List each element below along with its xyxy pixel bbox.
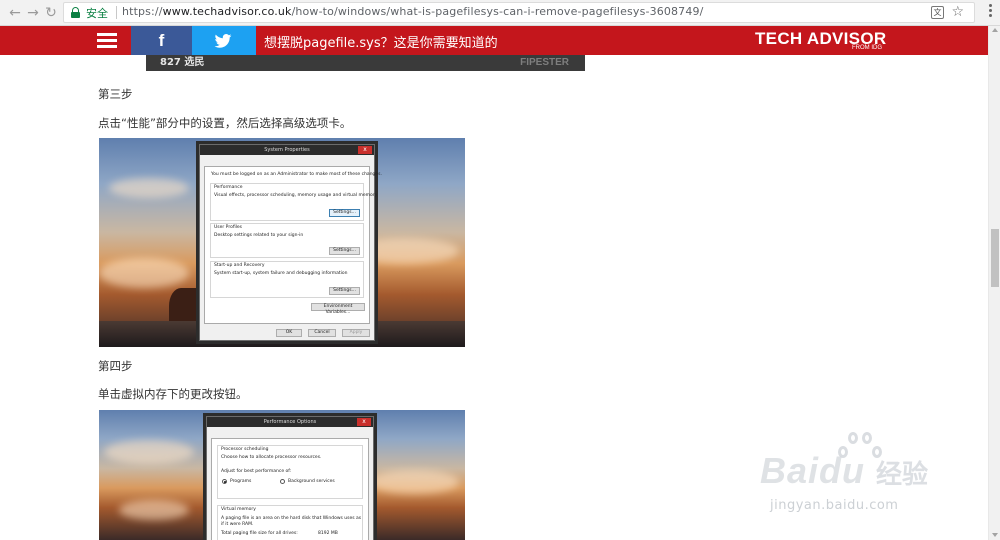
background-services-radio[interactable] xyxy=(280,479,285,484)
brand-subtitle: FROM IDG xyxy=(852,45,882,51)
programs-label: Programs xyxy=(230,479,252,484)
admin-note: You must be logged on as an Administrato… xyxy=(211,172,382,177)
video-views-count: 827 选民 xyxy=(160,57,205,68)
translate-icon[interactable]: 文 xyxy=(931,6,944,19)
address-separator xyxy=(116,6,117,19)
performance-options-screenshot: Performance Options x Visual EffectsAdva… xyxy=(99,410,465,540)
background-services-label: Background services xyxy=(288,479,335,484)
user-profiles-title: User Profiles xyxy=(214,225,243,230)
scroll-down-arrow-icon[interactable] xyxy=(992,533,998,537)
system-properties-screenshot: System Properties x Computer NameHardwar… xyxy=(99,138,465,347)
video-provider-logo: FIPESTER xyxy=(520,57,569,68)
startup-title: Start-up and Recovery xyxy=(214,263,265,268)
performance-group: Performance Visual effects, processor sc… xyxy=(210,183,377,221)
performance-settings-button[interactable]: Settings... xyxy=(329,209,360,217)
site-header: f 想摆脱pagefile.sys？这是你需要知道的 TECH ADVISOR … xyxy=(0,26,988,55)
forward-arrow-icon[interactable]: → xyxy=(24,4,42,22)
processor-scheduling-desc: Choose how to allocate processor resourc… xyxy=(221,455,322,460)
hamburger-menu-icon[interactable] xyxy=(97,33,117,48)
virtual-memory-group: Virtual memory A paging file is an area … xyxy=(217,505,363,540)
twitter-bird-icon xyxy=(214,34,232,48)
user-profiles-group: User Profiles Desktop settings related t… xyxy=(210,223,364,258)
watermark-brand-tail: du xyxy=(819,450,866,491)
watermark-cn: 经验 xyxy=(876,460,929,490)
virtual-memory-desc-2: if it were RAM. xyxy=(221,522,254,527)
perf-dialog-close-button[interactable]: x xyxy=(357,418,371,426)
perf-dialog-title-text: Performance Options xyxy=(263,419,317,425)
scrollbar-thumb[interactable] xyxy=(991,229,999,287)
step-4-heading: 第四步 xyxy=(98,359,133,373)
step-3-heading: 第三步 xyxy=(98,87,133,101)
startup-settings-button[interactable]: Settings... xyxy=(329,287,360,295)
system-properties-dialog: System Properties x Computer NameHardwar… xyxy=(199,144,382,341)
watermark-brand-head: Bai xyxy=(760,450,820,491)
adjust-label: Adjust for best performance of: xyxy=(221,469,292,474)
virtual-memory-desc-1: A paging file is an area on the hard dis… xyxy=(221,516,362,521)
article-header-title[interactable]: 想摆脱pagefile.sys？这是你需要知道的 xyxy=(264,32,498,51)
dialog-tabs: Computer NameHardwareAdvancedSystem Prot… xyxy=(204,157,374,195)
lock-icon xyxy=(71,7,80,18)
scroll-up-arrow-icon[interactable] xyxy=(992,28,998,32)
url-host: www.techadvisor.co.uk xyxy=(162,5,292,18)
page-scrollbar[interactable] xyxy=(988,26,1000,540)
address-bar[interactable]: 安全 https://www.techadvisor.co.uk/how-to/… xyxy=(63,2,975,23)
user-profiles-desc: Desktop settings related to your sign-in xyxy=(214,233,304,238)
browser-toolbar: ← → ↻ 安全 https://www.techadvisor.co.uk/h… xyxy=(0,0,1000,26)
environment-variables-button[interactable]: Environment Variables... xyxy=(311,303,365,315)
dialog-close-button[interactable]: x xyxy=(358,146,372,154)
baidu-paw-icon xyxy=(830,432,890,474)
dialog-body: You must be logged on as an Administrato… xyxy=(204,166,382,324)
watermark-url: jingyan.baidu.com xyxy=(770,498,899,513)
startup-desc: System start-up, system failure and debu… xyxy=(214,271,348,276)
ok-button[interactable]: OK xyxy=(276,329,302,337)
secure-label: 安全 xyxy=(86,7,108,20)
virtual-memory-total-label: Total paging file size for all drives: xyxy=(221,531,298,536)
user-profiles-settings-button[interactable]: Settings... xyxy=(329,247,360,255)
perf-dialog-tabs: Visual EffectsAdvancedData Execution Pre… xyxy=(211,429,346,448)
performance-title: Performance xyxy=(214,185,243,190)
watermark-brand: Baidu xyxy=(760,450,865,492)
browser-menu-icon[interactable] xyxy=(987,3,993,21)
perf-dialog-body: Processor scheduling Choose how to alloc… xyxy=(211,438,369,540)
embedded-video-bottom-bar[interactable]: 827 选民 FIPESTER xyxy=(146,55,585,71)
twitter-share-button[interactable] xyxy=(192,26,256,55)
startup-recovery-group: Start-up and Recovery System start-up, s… xyxy=(210,261,364,298)
step-4-text: 单击虚拟内存下的更改按钮。 xyxy=(98,387,248,401)
url-path: /how-to/windows/what-is-pagefilesys-can-… xyxy=(291,5,704,18)
url-text[interactable]: https://www.techadvisor.co.uk/how-to/win… xyxy=(122,5,703,18)
facebook-share-button[interactable]: f xyxy=(131,26,192,55)
virtual-memory-title: Virtual memory xyxy=(221,507,256,512)
bookmark-star-icon[interactable]: ☆ xyxy=(951,4,964,21)
baidu-jingyan-watermark: Baidu 经验 jingyan.baidu.com xyxy=(760,430,960,520)
performance-desc: Visual effects, processor scheduling, me… xyxy=(214,193,378,198)
url-scheme: https:// xyxy=(122,5,163,18)
perf-dialog-title: Performance Options x xyxy=(207,417,373,427)
programs-radio[interactable] xyxy=(222,479,227,484)
processor-scheduling-title: Processor scheduling xyxy=(221,447,269,452)
dialog-title-text: System Properties xyxy=(264,147,310,153)
reload-icon[interactable]: ↻ xyxy=(42,4,60,22)
cancel-button[interactable]: Cancel xyxy=(308,329,336,337)
step-3-text: 点击“性能”部分中的设置，然后选择高级选项卡。 xyxy=(98,116,352,130)
apply-button[interactable]: Apply xyxy=(342,329,370,337)
virtual-memory-total-value: 8192 MB xyxy=(318,531,338,536)
processor-scheduling-group: Processor scheduling Choose how to alloc… xyxy=(217,445,363,499)
dialog-title: System Properties x xyxy=(200,145,374,155)
back-arrow-icon[interactable]: ← xyxy=(6,4,24,22)
performance-options-dialog: Performance Options x Visual EffectsAdva… xyxy=(206,416,374,540)
